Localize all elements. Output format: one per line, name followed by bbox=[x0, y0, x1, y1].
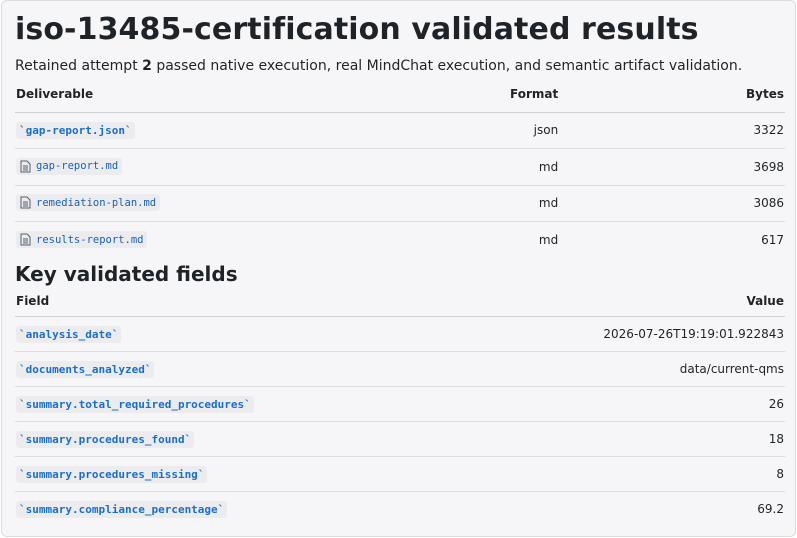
column-header-field: Field bbox=[15, 287, 453, 317]
field-value: 69.2 bbox=[757, 501, 784, 516]
table-row: `summary.compliance_percentage` 69.2 bbox=[15, 491, 785, 526]
deliverables-table: Deliverable Format Bytes `gap-report.jso… bbox=[15, 76, 785, 258]
table-row: `summary.procedures_found` 18 bbox=[15, 421, 785, 457]
deliverable-name: remediation-plan.md bbox=[36, 196, 157, 209]
deliverable-bytes: 3086 bbox=[704, 185, 785, 222]
field-name: `summary.compliance_percentage` bbox=[16, 500, 228, 518]
section-heading: Key validated fields bbox=[15, 262, 238, 286]
column-header-format: Format bbox=[310, 76, 705, 113]
table-header-row: Field Value bbox=[15, 287, 785, 317]
field-value: data/current-qms bbox=[452, 351, 785, 387]
deliverable-format: md bbox=[310, 185, 705, 222]
results-panel: iso-13485-certification validated result… bbox=[1, 0, 796, 537]
table-row: `gap-report.json` json 3322 bbox=[15, 112, 785, 149]
deliverable-bytes: 3698 bbox=[704, 148, 785, 186]
validated-fields-table: Field Value `analysis_date` 2026-07-26T1… bbox=[15, 287, 785, 526]
table-row: gap-report.md md 3698 bbox=[15, 148, 785, 186]
field-name: `documents_analyzed` bbox=[16, 360, 155, 378]
field-name: `summary.total_required_procedures` bbox=[16, 395, 254, 413]
column-header-value: Value bbox=[452, 287, 785, 317]
deliverable-name[interactable]: `gap-report.json` bbox=[16, 122, 135, 140]
summary-text: Retained attempt 2 passed native executi… bbox=[15, 58, 743, 74]
field-name: `analysis_date` bbox=[16, 325, 122, 343]
deliverable-format: json bbox=[310, 112, 705, 149]
page-title: iso-13485-certification validated result… bbox=[15, 12, 699, 47]
deliverable-link[interactable]: gap-report.md bbox=[16, 157, 123, 175]
deliverable-format: md bbox=[538, 233, 559, 247]
field-value: 18 bbox=[452, 421, 785, 457]
document-icon bbox=[20, 233, 31, 246]
table-row: `analysis_date` 2026-07-26T19:19:01.9228… bbox=[15, 316, 785, 352]
table-row: remediation-plan.md md 3086 bbox=[15, 185, 785, 222]
deliverable-link[interactable]: results-report.md bbox=[16, 231, 148, 248]
field-value: 26 bbox=[452, 386, 785, 422]
deliverable-format: md bbox=[310, 148, 705, 186]
table-row: `documents_analyzed` data/current-qms bbox=[15, 351, 785, 387]
field-value: 2026-07-26T19:19:01.922843 bbox=[452, 316, 785, 352]
document-icon bbox=[20, 196, 31, 209]
attempt-number: 2 bbox=[142, 58, 152, 74]
deliverable-name: gap-report.md bbox=[36, 160, 119, 173]
deliverable-name: results-report.md bbox=[36, 233, 144, 246]
field-name: `summary.procedures_missing` bbox=[16, 465, 208, 483]
column-header-deliverable: Deliverable bbox=[15, 76, 311, 113]
table-row: `summary.total_required_procedures` 26 bbox=[15, 386, 785, 422]
table-header-row: Deliverable Format Bytes bbox=[15, 76, 785, 113]
document-icon bbox=[20, 160, 31, 173]
table-row: `summary.procedures_missing` 8 bbox=[15, 456, 785, 492]
field-name: `summary.procedures_found` bbox=[16, 430, 195, 448]
deliverable-bytes: 617 bbox=[761, 233, 784, 247]
deliverable-link[interactable]: remediation-plan.md bbox=[16, 194, 161, 212]
deliverable-bytes: 3322 bbox=[704, 112, 785, 149]
column-header-bytes: Bytes bbox=[704, 76, 785, 113]
table-row: results-report.md md 617 bbox=[15, 222, 785, 259]
field-value: 8 bbox=[452, 456, 785, 492]
